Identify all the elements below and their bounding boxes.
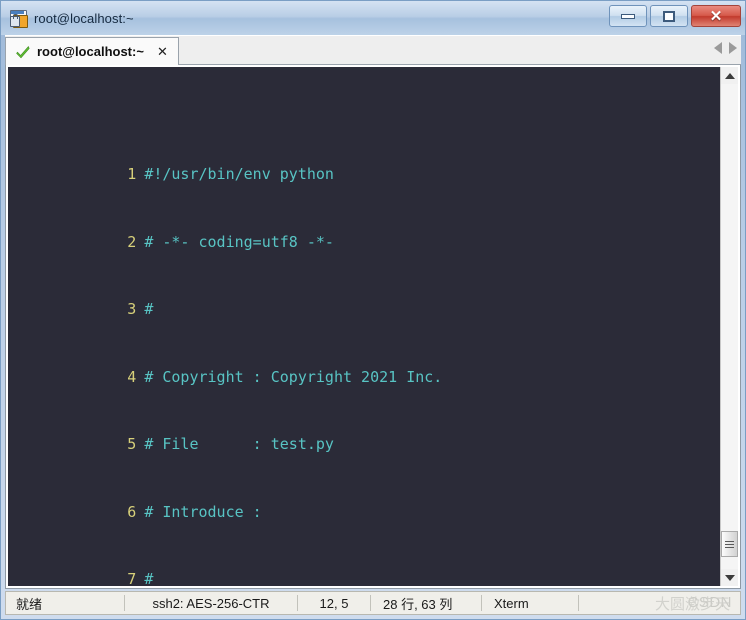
vim-ruler: 12,0-1 All [8, 560, 720, 587]
code-line: 1 #!/usr/bin/env python [8, 141, 720, 183]
code-line: 3 # [8, 276, 720, 318]
scrollbar-track[interactable] [721, 84, 738, 569]
tab-bar: root@localhost:~ ✕ [5, 35, 741, 65]
status-screen-size: 28 行, 63 列 [383, 596, 453, 612]
line-text: # File : test.py [144, 435, 334, 453]
terminal-scrollbar[interactable] [720, 67, 738, 586]
code-line: 4 # Copyright : Copyright 2021 Inc. [8, 343, 720, 386]
tab-bar-empty-area [178, 37, 741, 65]
line-number: 3 [127, 300, 137, 318]
secure-terminal-icon [9, 9, 28, 28]
line-number: 6 [127, 502, 137, 521]
line-text: # Introduce : [144, 502, 262, 521]
terminal-screen[interactable]: 1 #!/usr/bin/env python 2 # -*- coding=utf… [8, 67, 720, 586]
green-check-icon [16, 45, 30, 59]
line-text: # [144, 300, 154, 318]
close-icon: ✕ [709, 7, 723, 25]
status-emulation: Xterm [494, 595, 529, 611]
terminal-panel: 1 #!/usr/bin/env python 2 # -*- coding=utf… [5, 65, 741, 589]
tab-nav-controls [714, 42, 737, 54]
scroll-down-arrow-icon[interactable] [721, 569, 738, 586]
prev-tab-arrow-icon[interactable] [714, 42, 722, 54]
line-text: #!/usr/bin/env python [144, 165, 334, 183]
scroll-up-arrow-icon[interactable] [721, 67, 738, 84]
minimize-button[interactable] [609, 5, 647, 27]
scrollbar-grip-icon [725, 539, 734, 550]
scrollbar-thumb[interactable] [721, 531, 738, 557]
terminal-window: root@localhost:~ ✕ root@localhost:~ ✕ 1 … [0, 0, 746, 620]
code-line: 5 # File : test.py [8, 411, 720, 453]
status-ready: 就绪 [16, 596, 43, 612]
maximize-icon [663, 10, 675, 22]
code-line: 6 # Introduce : [8, 478, 720, 521]
line-number: 2 [127, 232, 137, 251]
status-bar: 就绪 ssh2: AES-256-CTR 12, 5 28 行, 63 列 Xt… [5, 591, 741, 615]
line-number: 5 [127, 435, 137, 453]
line-number: 1 [127, 165, 137, 183]
window-controls: ✕ [609, 5, 741, 27]
line-number: 4 [127, 367, 137, 386]
tab-close-icon[interactable]: ✕ [155, 45, 170, 58]
code-line: 2 # -*- coding=utf8 -*- [8, 208, 720, 251]
next-tab-arrow-icon[interactable] [729, 42, 737, 54]
vim-buffer: 1 #!/usr/bin/env python 2 # -*- coding=utf… [8, 67, 720, 586]
tab-root-localhost[interactable]: root@localhost:~ ✕ [5, 37, 179, 65]
maximize-button[interactable] [650, 5, 688, 27]
close-button[interactable]: ✕ [691, 5, 741, 27]
ruler-position: 12,0-1 [506, 583, 560, 587]
window-title: root@localhost:~ [34, 10, 134, 26]
line-text: # -*- coding=utf8 -*- [144, 232, 334, 251]
minimize-icon [621, 13, 635, 19]
line-text: # Copyright : Copyright 2021 Inc. [144, 367, 443, 386]
status-cipher: ssh2: AES-256-CTR [152, 595, 270, 611]
status-cursor-position: 12, 5 [319, 595, 349, 611]
tab-label: root@localhost:~ [37, 44, 144, 59]
csdn-watermark-overlay: 大圆激步天 [654, 596, 730, 613]
title-bar[interactable]: root@localhost:~ ✕ [1, 1, 745, 35]
